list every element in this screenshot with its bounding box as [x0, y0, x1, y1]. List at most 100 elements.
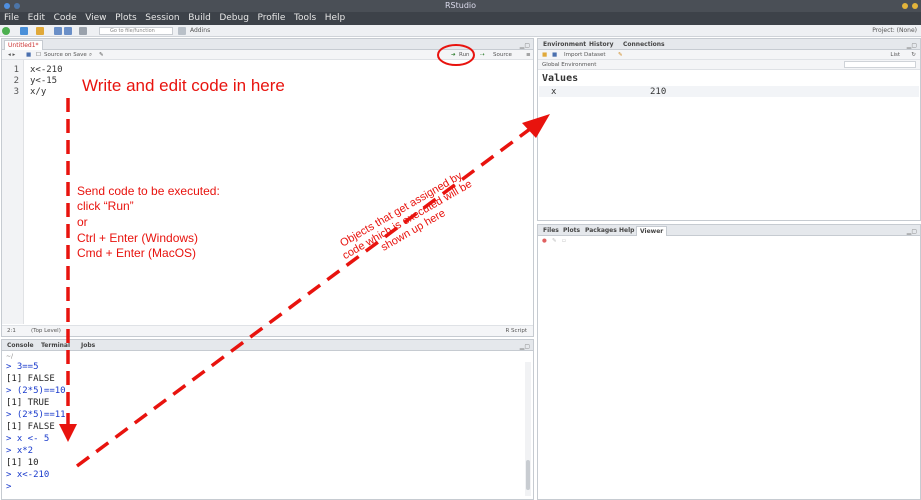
viewer-toolbar: ● ✎ ▫: [538, 236, 920, 246]
project-menu[interactable]: Project: (None): [872, 27, 917, 35]
code-line[interactable]: y<-15: [30, 76, 57, 86]
menu-bar: File Edit Code View Plots Session Build …: [0, 12, 921, 25]
code-line[interactable]: x/y: [30, 87, 46, 97]
open-folder-icon[interactable]: [36, 27, 44, 35]
menu-view[interactable]: View: [85, 12, 106, 25]
main-toolbar: Go to file/function Addins Project: (Non…: [0, 25, 921, 37]
code-line[interactable]: x<-210: [30, 65, 63, 75]
save-all-icon[interactable]: [64, 27, 72, 35]
pane-window-controls-icon[interactable]: ▁▢: [907, 42, 917, 49]
annotation-send-code: click “Run”: [77, 199, 134, 213]
source-tabstrip: Untitled1* ▁▢: [2, 39, 533, 50]
variable-name: x: [551, 87, 557, 97]
environment-tabstrip: Environment History Connections ▁▢: [538, 39, 920, 50]
import-dataset-button[interactable]: Import Dataset: [564, 51, 606, 59]
editor-status-bar: 2:1 (Top Level) R Script: [2, 325, 533, 336]
global-environment-dropdown[interactable]: Global Environment: [542, 61, 596, 69]
menu-session[interactable]: Session: [145, 12, 179, 25]
console-pane: Console Terminal Jobs ▁▢ ~/ > 3==5 [1] F…: [1, 339, 534, 500]
refresh-icon[interactable]: ↻: [911, 51, 916, 59]
open-folder-icon[interactable]: ■: [542, 51, 547, 59]
tab-packages[interactable]: Packages: [582, 226, 620, 235]
tab-help[interactable]: Help: [616, 226, 637, 235]
new-project-icon[interactable]: [20, 27, 28, 35]
console-line: > (2*5)==10: [6, 386, 66, 396]
save-file-icon[interactable]: ■: [26, 51, 31, 59]
menu-tools[interactable]: Tools: [294, 12, 316, 25]
pane-window-controls-icon[interactable]: ▁▢: [907, 228, 917, 235]
pane-window-controls-icon[interactable]: ▁▢: [520, 343, 530, 350]
menu-debug[interactable]: Debug: [219, 12, 249, 25]
tab-terminal[interactable]: Terminal: [38, 341, 73, 350]
console-line: > x<-210: [6, 470, 50, 480]
line-number: 1: [13, 65, 19, 75]
source-button[interactable]: Source: [493, 51, 512, 59]
search-icon[interactable]: ⌕: [89, 51, 92, 59]
source-on-save-checkbox[interactable]: ☐: [36, 51, 41, 59]
environment-scope-bar: Global Environment: [538, 60, 920, 70]
tab-connections[interactable]: Connections: [620, 40, 668, 49]
addins-menu[interactable]: Addins: [190, 27, 210, 35]
save-icon[interactable]: [54, 27, 62, 35]
print-icon[interactable]: [79, 27, 87, 35]
console-line: > 3==5: [6, 362, 39, 372]
run-button[interactable]: Run: [459, 51, 470, 59]
source-on-save-label: Source on Save: [44, 52, 87, 58]
annotation-send-code: or: [77, 215, 88, 229]
source-toolbar: ◂ ▸ ■ ☐ Source on Save ⌕ ✎ ➔ Run ⇢ Sourc…: [2, 50, 533, 60]
console-line: [1] FALSE: [6, 374, 55, 384]
pane-window-controls-icon[interactable]: ▁▢: [520, 42, 530, 49]
menu-edit[interactable]: Edit: [28, 12, 45, 25]
tab-environment[interactable]: Environment: [540, 40, 589, 49]
console-path: ~/: [6, 353, 14, 360]
scrollbar-thumb[interactable]: [526, 460, 530, 490]
back-forward-icon[interactable]: ◂ ▸: [8, 51, 15, 59]
line-number: 3: [13, 87, 19, 97]
broom-icon[interactable]: ✎: [552, 237, 557, 245]
menu-help[interactable]: Help: [325, 12, 346, 25]
title-bar: RStudio: [0, 0, 921, 12]
wand-icon[interactable]: ✎: [99, 51, 104, 59]
environment-pane: Environment History Connections ▁▢ ■ ■ I…: [537, 38, 921, 221]
tab-files[interactable]: Files: [540, 226, 562, 235]
grid-icon[interactable]: [178, 27, 186, 35]
broom-icon[interactable]: ✎: [618, 51, 623, 59]
console-line: [1] 10: [6, 458, 39, 468]
console-line: > x*2: [6, 446, 34, 456]
files-tabstrip: Files Plots Packages Help Viewer ▁▢: [538, 225, 920, 236]
list-view-button[interactable]: List: [890, 51, 900, 59]
outline-icon[interactable]: ≡: [526, 51, 531, 59]
maximize-icon[interactable]: [912, 3, 918, 9]
menu-build[interactable]: Build: [188, 12, 211, 25]
save-workspace-icon[interactable]: ■: [552, 51, 557, 59]
annotation-send-code: Ctrl + Enter (Windows): [77, 231, 199, 245]
line-number: 2: [13, 76, 19, 86]
console-scrollbar[interactable]: [525, 362, 531, 496]
environment-toolbar: ■ ■ Import Dataset ✎ List ↻: [538, 50, 920, 60]
tab-history[interactable]: History: [586, 40, 617, 49]
line-gutter: 1 2 3: [2, 60, 24, 324]
tab-viewer[interactable]: Viewer: [636, 226, 668, 236]
table-row[interactable]: x 210: [539, 86, 919, 97]
minimize-icon[interactable]: [902, 3, 908, 9]
tab-untitled1[interactable]: Untitled1*: [4, 40, 43, 50]
file-type-indicator[interactable]: R Script: [505, 326, 527, 336]
values-header: Values: [542, 73, 579, 84]
tab-plots[interactable]: Plots: [560, 226, 583, 235]
annotation-send-code: Cmd + Enter (MacOS): [77, 246, 197, 260]
menu-plots[interactable]: Plots: [115, 12, 137, 25]
menu-code[interactable]: Code: [54, 12, 77, 25]
new-file-icon[interactable]: [2, 27, 10, 35]
export-icon[interactable]: ▫: [562, 237, 566, 245]
scope-indicator[interactable]: (Top Level): [31, 326, 61, 336]
console-input[interactable]: >: [6, 482, 11, 492]
menu-file[interactable]: File: [4, 12, 19, 25]
console-line: > x <- 5: [6, 434, 50, 444]
environment-search-input[interactable]: [844, 61, 916, 68]
tab-jobs[interactable]: Jobs: [78, 341, 98, 350]
rerun-icon[interactable]: ⇢: [480, 51, 485, 59]
remove-icon[interactable]: ●: [542, 237, 547, 245]
tab-console[interactable]: Console: [4, 341, 37, 350]
menu-profile[interactable]: Profile: [257, 12, 285, 25]
goto-file-input[interactable]: Go to file/function: [99, 27, 173, 35]
